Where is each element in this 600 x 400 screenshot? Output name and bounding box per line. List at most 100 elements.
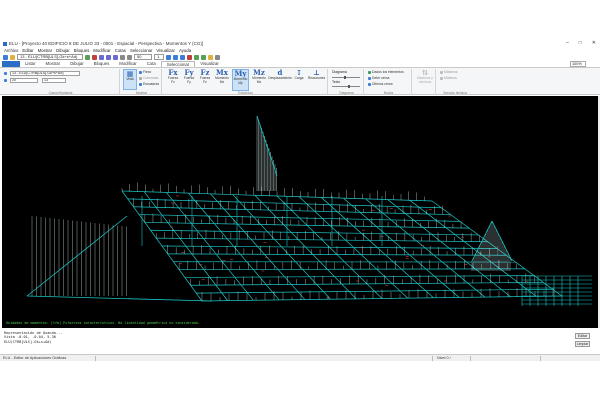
case-number-combo[interactable]: 20	[10, 78, 38, 83]
settings-icon[interactable]	[215, 55, 220, 60]
title-bar: ELU - [Proyecto 40 EDIFICIO 8 DE JULIO 3…	[0, 40, 600, 47]
status-bar: ELU - Editor de Aplicaciones Gráficas Ni…	[0, 354, 600, 361]
window-title: ELU - [Proyecto 40 EDIFICIO 8 DE JULIO 3…	[9, 41, 203, 46]
menu-ayuda[interactable]: Ayuda	[179, 48, 191, 53]
console-edit-button[interactable]: Editar	[575, 333, 590, 339]
app-window: ELU - [Proyecto 40 EDIFICIO 8 DE JULIO 3…	[0, 0, 600, 400]
group-label-display: Mostrar	[122, 91, 161, 95]
moment-mx-button[interactable]: Mx Momento Mx	[214, 69, 230, 84]
console-clear-button[interactable]: Limpiar	[575, 341, 590, 347]
check-icon[interactable]	[194, 55, 199, 60]
load-case-combo[interactable]: 13 - ELU(CTRB[ULS]-Gk+s+Ad)	[10, 71, 80, 76]
status-separator	[95, 356, 96, 361]
layer-icon[interactable]	[166, 55, 171, 60]
ribbon-panel: 13 - ELU(CTRB[ULS]-Gk+s+Ad) 20 13 Casos/…	[0, 67, 600, 95]
all-elements-icon	[368, 71, 371, 74]
flexo-icon	[139, 71, 142, 74]
new-icon[interactable]	[3, 55, 8, 60]
scale-combo[interactable]: 50	[134, 54, 152, 60]
command-console: Representación de Quando... Vista -0.01,…	[2, 330, 572, 352]
group-diagram: Diagrama Texto Diagrama	[330, 69, 364, 95]
node-option-last[interactable]: Últimos cerca	[368, 82, 393, 86]
near-icon	[368, 77, 371, 80]
zoom-all-icon[interactable]	[106, 55, 111, 60]
group-label-diagram: Diagrama	[330, 91, 363, 95]
perspective-icon[interactable]	[127, 55, 132, 60]
console-buttons: Editar Limpiar	[575, 333, 590, 347]
unit-combo[interactable]: 1	[154, 54, 164, 60]
menu-mostrar[interactable]: Mostrar	[38, 48, 53, 53]
text-slider-knob[interactable]	[348, 85, 350, 88]
text-scale-slider[interactable]	[332, 86, 360, 87]
check-flexo[interactable]: Flexo	[139, 70, 151, 74]
group-section: Máximos Mínimos Sección térmica	[438, 69, 472, 95]
columns-icon	[139, 77, 142, 80]
last-icon	[368, 83, 371, 86]
group-display: ▦ Vista Flexo Columnas Escuadras Mostrar	[122, 69, 162, 95]
status-level: Nivel 0 /	[437, 356, 451, 360]
node-option-near[interactable]: Debe cerca	[368, 76, 389, 80]
status-separator	[540, 356, 541, 361]
group-label-forces: Esfuerzos	[164, 91, 327, 95]
force-fy-button[interactable]: Fy Fuerza Fy	[182, 69, 196, 84]
force-fx-button[interactable]: Fx Fuerza Fx	[166, 69, 180, 84]
stop-icon[interactable]	[92, 55, 97, 60]
reactions-button[interactable]: ⊥ Reacciones	[307, 69, 326, 81]
diagram-slider-label: Diagrama	[332, 70, 347, 74]
refresh-icon[interactable]	[85, 55, 90, 60]
text-slider-label: Texto	[332, 80, 340, 84]
group-label-section: Sección térmica	[438, 91, 472, 95]
drawing-viewport[interactable]: Unidades de momentos: [tfm] Esfuerzos ca…	[2, 96, 598, 328]
moment-my-button[interactable]: My Momento My	[232, 69, 249, 91]
print-icon[interactable]	[208, 55, 213, 60]
max-min-button[interactable]: ⇅ Máximos y mínimos	[415, 69, 435, 84]
zoom-window-icon[interactable]	[99, 55, 104, 60]
menu-bloques[interactable]: Bloques	[74, 48, 90, 53]
run-icon[interactable]	[201, 55, 206, 60]
viewport-status-line: Unidades de momentos: [tfm] Esfuerzos ca…	[6, 321, 200, 325]
view-combo[interactable]: 13 - ELU(CTRB[ULS]-Gk+s+Ad)	[17, 54, 83, 60]
max-icon	[440, 71, 443, 74]
menu-modificar[interactable]: Modificar	[93, 48, 110, 53]
group-maxmin: ⇅ Máximos y mínimos	[414, 69, 436, 95]
menu-cotas[interactable]: Cotas	[115, 48, 126, 53]
displacement-button[interactable]: d Desplazamiento	[269, 69, 291, 81]
menu-archivo[interactable]: Archivo	[4, 48, 18, 53]
menu-editar[interactable]: Editar	[22, 48, 33, 53]
status-app-text: ELU - Editor de Aplicaciones Gráficas	[3, 356, 66, 360]
brackets-icon	[139, 83, 142, 86]
orbit-icon[interactable]	[120, 55, 125, 60]
menu-seleccionar[interactable]: Seleccionar	[130, 48, 152, 53]
grid-icon[interactable]	[173, 55, 178, 60]
close-button[interactable]: ✕	[592, 40, 596, 46]
delete-icon[interactable]	[187, 55, 192, 60]
open-icon[interactable]	[10, 55, 15, 60]
status-separator	[432, 356, 433, 361]
moment-mz-button[interactable]: Mz Momento Mz	[251, 69, 267, 84]
load-button[interactable]: ↧ Carga	[293, 69, 305, 81]
diagram-scale-slider[interactable]	[332, 77, 360, 78]
snap-icon[interactable]	[180, 55, 185, 60]
group-label-cases: Casos/Hipótesis	[2, 91, 119, 95]
menu-dibujar[interactable]: Dibujar	[56, 48, 70, 53]
section-max[interactable]: Máximos	[440, 70, 458, 74]
menu-visualizar[interactable]: Visualizar	[156, 48, 175, 53]
check-escuadras[interactable]: Escuadras	[139, 82, 159, 86]
console-line: ELU(CTRB[ULS]-Gk+s+Ad)	[4, 340, 570, 344]
case-sub-combo[interactable]: 13	[42, 78, 66, 83]
group-nodes: Dados los elementos Debe cerca Últimos c…	[366, 69, 412, 95]
check-columnas[interactable]: Columnas	[139, 76, 158, 80]
diagram-slider-knob[interactable]	[344, 76, 346, 79]
section-min[interactable]: Mínimos	[440, 76, 457, 80]
minimize-button[interactable]: –	[566, 40, 569, 46]
group-label-nodes: Nodos	[366, 91, 411, 95]
case-icon	[4, 72, 7, 75]
quick-access-toolbar: 13 - ELU(CTRB[ULS]-Gk+s+Ad) 50 1	[0, 53, 600, 61]
node-option-all[interactable]: Dados los elementos	[368, 70, 404, 74]
view-button[interactable]: ▦ Vista	[123, 69, 137, 90]
window-controls: – □ ✕	[566, 40, 596, 46]
pan-icon[interactable]	[113, 55, 118, 60]
force-fz-button[interactable]: Fz Fuerza Fz	[198, 69, 212, 84]
maximize-button[interactable]: □	[579, 40, 582, 46]
wall-edge	[27, 296, 212, 301]
